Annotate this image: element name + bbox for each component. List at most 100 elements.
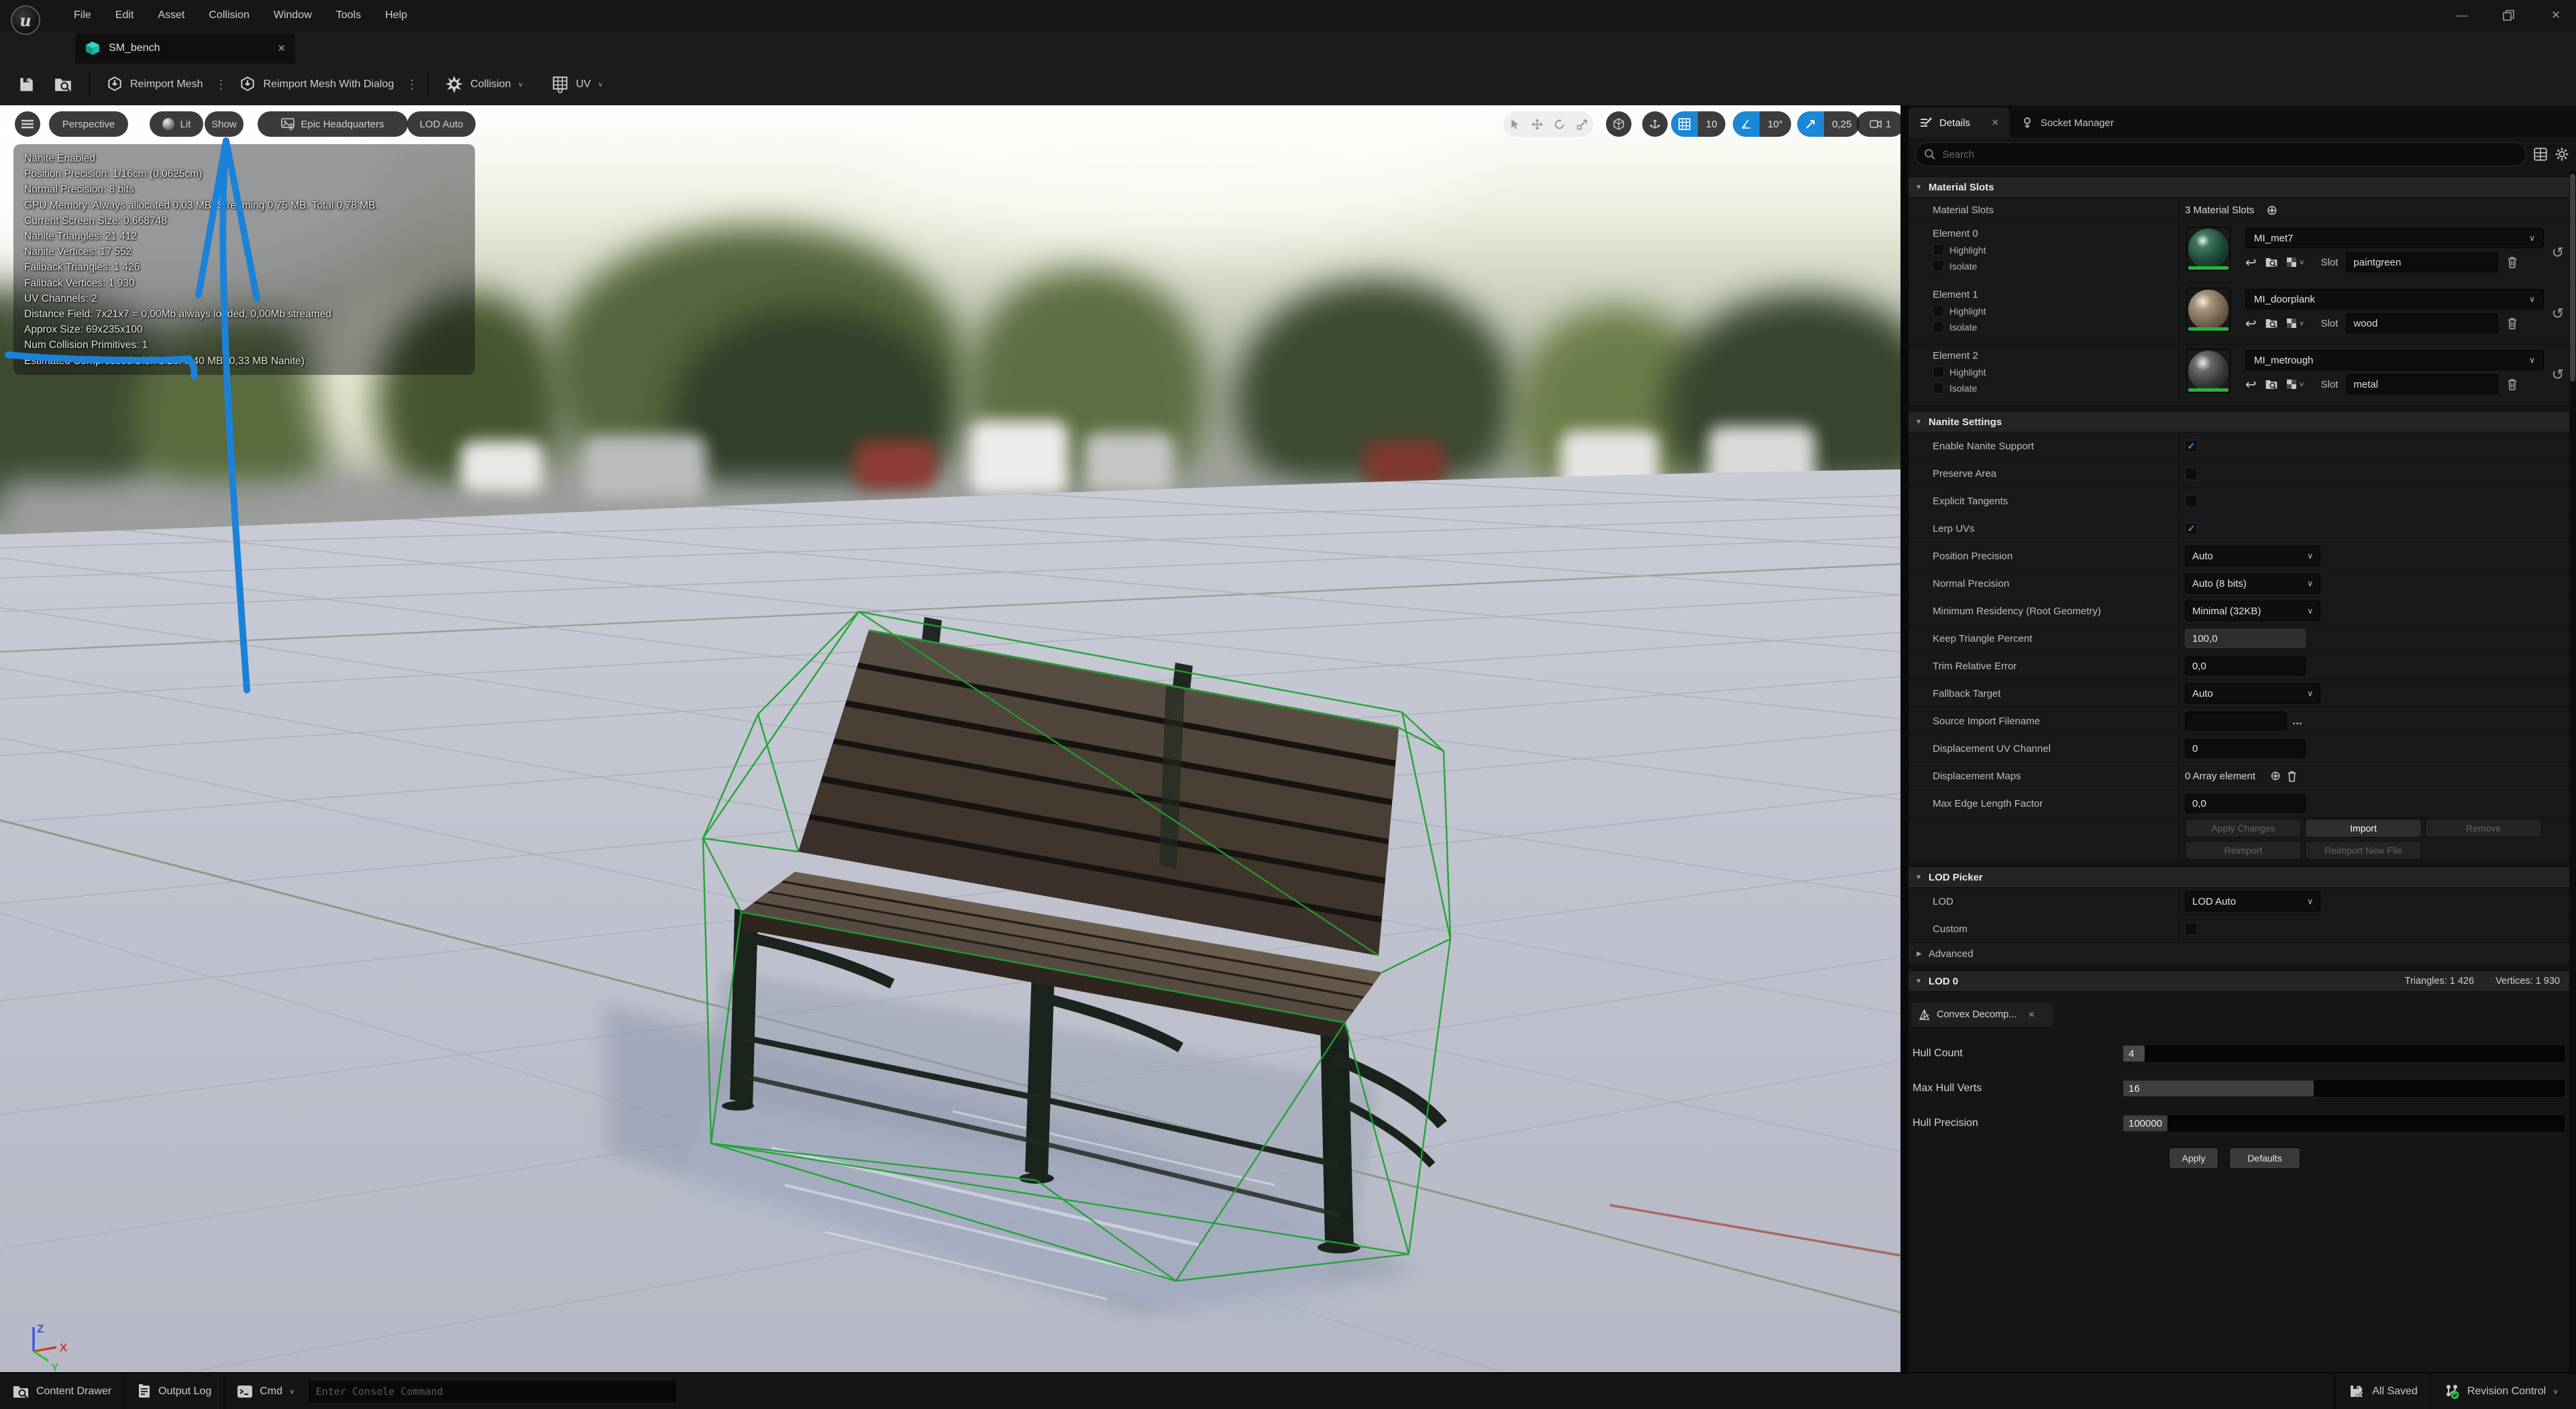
highlight-checkbox[interactable] — [1933, 244, 1944, 256]
fallback-target-dropdown[interactable]: Auto∨ — [2185, 683, 2320, 703]
display-mode-icon[interactable] — [2533, 147, 2548, 162]
isolate-checkbox[interactable] — [1933, 382, 1944, 394]
panel-splitter[interactable] — [1900, 105, 1909, 1372]
console-command-input[interactable] — [315, 1385, 670, 1398]
reimport-mesh-button[interactable]: Reimport Mesh — [97, 69, 212, 100]
scrollbar-thumb[interactable] — [2570, 174, 2575, 382]
viewport-options-button[interactable] — [15, 111, 40, 137]
reimport-new-file-button[interactable]: Reimport New File — [2305, 841, 2422, 860]
delete-slot-icon[interactable] — [2506, 378, 2518, 391]
isolate-checkbox[interactable] — [1933, 260, 1944, 272]
delete-slot-icon[interactable] — [2506, 317, 2518, 330]
settings-gear-icon[interactable] — [2555, 147, 2569, 162]
coordinate-space-button[interactable] — [1606, 111, 1631, 137]
collision-dropdown-button[interactable]: Collision ∨ — [435, 69, 533, 100]
isolate-checkbox[interactable] — [1933, 321, 1944, 333]
section-expand-icon[interactable]: ▼ — [1915, 978, 1922, 985]
reset-to-default-icon[interactable]: ↺ — [2552, 244, 2564, 262]
remove-button[interactable]: Remove — [2425, 819, 2542, 838]
perspective-dropdown[interactable]: Perspective — [49, 111, 128, 137]
max-edge-length-factor-input[interactable]: 0,0 — [2185, 794, 2306, 813]
clear-array-button[interactable] — [2286, 770, 2298, 783]
section-material-slots[interactable]: ▼ Material Slots — [1909, 176, 2569, 198]
rotate-tool-icon[interactable] — [1554, 119, 1565, 130]
reimport-button[interactable]: Reimport — [2185, 841, 2302, 860]
source-import-filename-input[interactable] — [2185, 712, 2287, 730]
camera-speed-button[interactable]: 1 — [1856, 111, 1900, 137]
material-select-dropdown[interactable]: MI_doorplank ∨ — [2245, 289, 2544, 309]
displacement-uv-channel-input[interactable]: 0 — [2185, 739, 2306, 758]
rotation-snap-toggle[interactable]: 10° — [1733, 111, 1791, 137]
section-expand-icon[interactable]: ▼ — [1915, 874, 1922, 881]
content-drawer-button[interactable]: Content Drawer — [0, 1373, 123, 1409]
convex-tab-close-icon[interactable]: ✕ — [2028, 1010, 2035, 1019]
section-lod-picker[interactable]: ▼ LOD Picker — [1909, 866, 2569, 888]
advanced-expand-icon[interactable]: ▶ — [1917, 950, 1922, 958]
material-thumbnail[interactable] — [2186, 288, 2231, 332]
tab-socket-manager[interactable]: Socket Manager — [2010, 108, 2125, 137]
delete-slot-icon[interactable] — [2506, 256, 2518, 269]
slot-name-input[interactable]: wood — [2346, 313, 2498, 333]
preview-scene-dropdown[interactable]: Epic Headquarters — [258, 111, 408, 137]
explicit-tangents-checkbox[interactable] — [2185, 495, 2198, 508]
search-input[interactable] — [1941, 148, 2518, 161]
import-button[interactable]: Import — [2305, 819, 2422, 838]
hull-count-slider[interactable]: 4 — [2122, 1044, 2566, 1063]
tab-details[interactable]: Details ✕ — [1909, 108, 2010, 137]
lerp-uvs-checkbox[interactable]: ✓ — [2185, 522, 2198, 535]
reimport-dialog-options-icon[interactable]: ⋮ — [403, 78, 421, 92]
browse-to-asset-icon[interactable] — [2265, 317, 2278, 329]
menu-tools[interactable]: Tools — [327, 5, 370, 25]
material-thumbnail[interactable] — [2186, 349, 2231, 393]
select-tool-icon[interactable] — [1509, 119, 1520, 130]
highlight-checkbox[interactable] — [1933, 366, 1944, 378]
search-box[interactable] — [1915, 142, 2526, 166]
texture-streaming-dropdown[interactable]: ∨ — [2286, 379, 2305, 390]
convex-apply-button[interactable]: Apply — [2169, 1147, 2218, 1169]
show-dropdown[interactable]: Show — [205, 111, 244, 137]
move-tool-icon[interactable] — [1532, 119, 1543, 130]
restore-button[interactable] — [2494, 4, 2524, 27]
browse-to-asset-icon[interactable] — [2265, 378, 2278, 390]
details-tab-close-icon[interactable]: ✕ — [1992, 117, 1999, 128]
material-thumbnail[interactable] — [2186, 227, 2231, 271]
tab-close-icon[interactable]: ✕ — [277, 42, 286, 54]
reset-to-default-icon[interactable]: ↺ — [2552, 366, 2564, 384]
slot-name-input[interactable]: paintgreen — [2346, 252, 2498, 272]
browse-to-asset-icon[interactable] — [2265, 256, 2278, 268]
section-expand-icon[interactable]: ▼ — [1915, 184, 1922, 191]
scale-snap-toggle[interactable]: 0,25 — [1797, 111, 1860, 137]
output-log-button[interactable]: Output Log — [125, 1373, 223, 1409]
slot-name-input[interactable]: metal — [2346, 374, 2498, 394]
use-selected-asset-icon[interactable]: ↩ — [2245, 254, 2257, 271]
close-button[interactable]: ✕ — [2541, 4, 2571, 27]
rotation-snap-value[interactable]: 10° — [1760, 111, 1791, 137]
reimport-mesh-options-icon[interactable]: ⋮ — [212, 78, 229, 92]
add-material-slot-button[interactable]: ⊕ — [2266, 202, 2277, 219]
texture-streaming-dropdown[interactable]: ∨ — [2286, 318, 2305, 329]
section-lod0[interactable]: ▼ LOD 0 Triangles: 1 426 Vertices: 1 930 — [1909, 970, 2569, 992]
lod-dropdown[interactable]: LOD Auto — [407, 111, 476, 137]
menu-collision[interactable]: Collision — [199, 5, 258, 25]
lod-picker-dropdown[interactable]: LOD Auto∨ — [2185, 891, 2320, 911]
section-expand-icon[interactable]: ▼ — [1915, 418, 1922, 426]
minimum-residency-dropdown[interactable]: Minimal (32KB)∨ — [2185, 601, 2320, 621]
enable-nanite-checkbox[interactable]: ✓ — [2185, 440, 2198, 453]
use-selected-asset-icon[interactable]: ↩ — [2245, 315, 2257, 332]
hull-precision-slider[interactable]: 100000 — [2122, 1114, 2566, 1133]
row-advanced[interactable]: ▶ Advanced — [1909, 943, 2569, 965]
preserve-area-checkbox[interactable] — [2185, 467, 2198, 480]
keep-triangle-percent-input[interactable]: 100,0 — [2185, 629, 2306, 648]
grid-snap-value[interactable]: 10 — [1698, 111, 1725, 137]
viewport[interactable]: Z X Y Perspective Lit Show Epic Headquar… — [0, 105, 1900, 1372]
material-select-dropdown[interactable]: MI_met7 ∨ — [2245, 228, 2544, 248]
browse-to-asset-button[interactable] — [44, 69, 82, 100]
revision-control-button[interactable]: Revision Control ∨ — [2431, 1373, 2576, 1409]
lit-mode-dropdown[interactable]: Lit — [150, 111, 203, 137]
browse-file-button[interactable]: … — [2292, 716, 2303, 727]
position-precision-dropdown[interactable]: Auto∨ — [2185, 546, 2320, 566]
menu-asset[interactable]: Asset — [148, 5, 194, 25]
normal-precision-dropdown[interactable]: Auto (8 bits)∨ — [2185, 573, 2320, 594]
uv-dropdown-button[interactable]: UV ∨ — [542, 69, 612, 100]
add-array-element-button[interactable]: ⊕ — [2270, 769, 2281, 784]
